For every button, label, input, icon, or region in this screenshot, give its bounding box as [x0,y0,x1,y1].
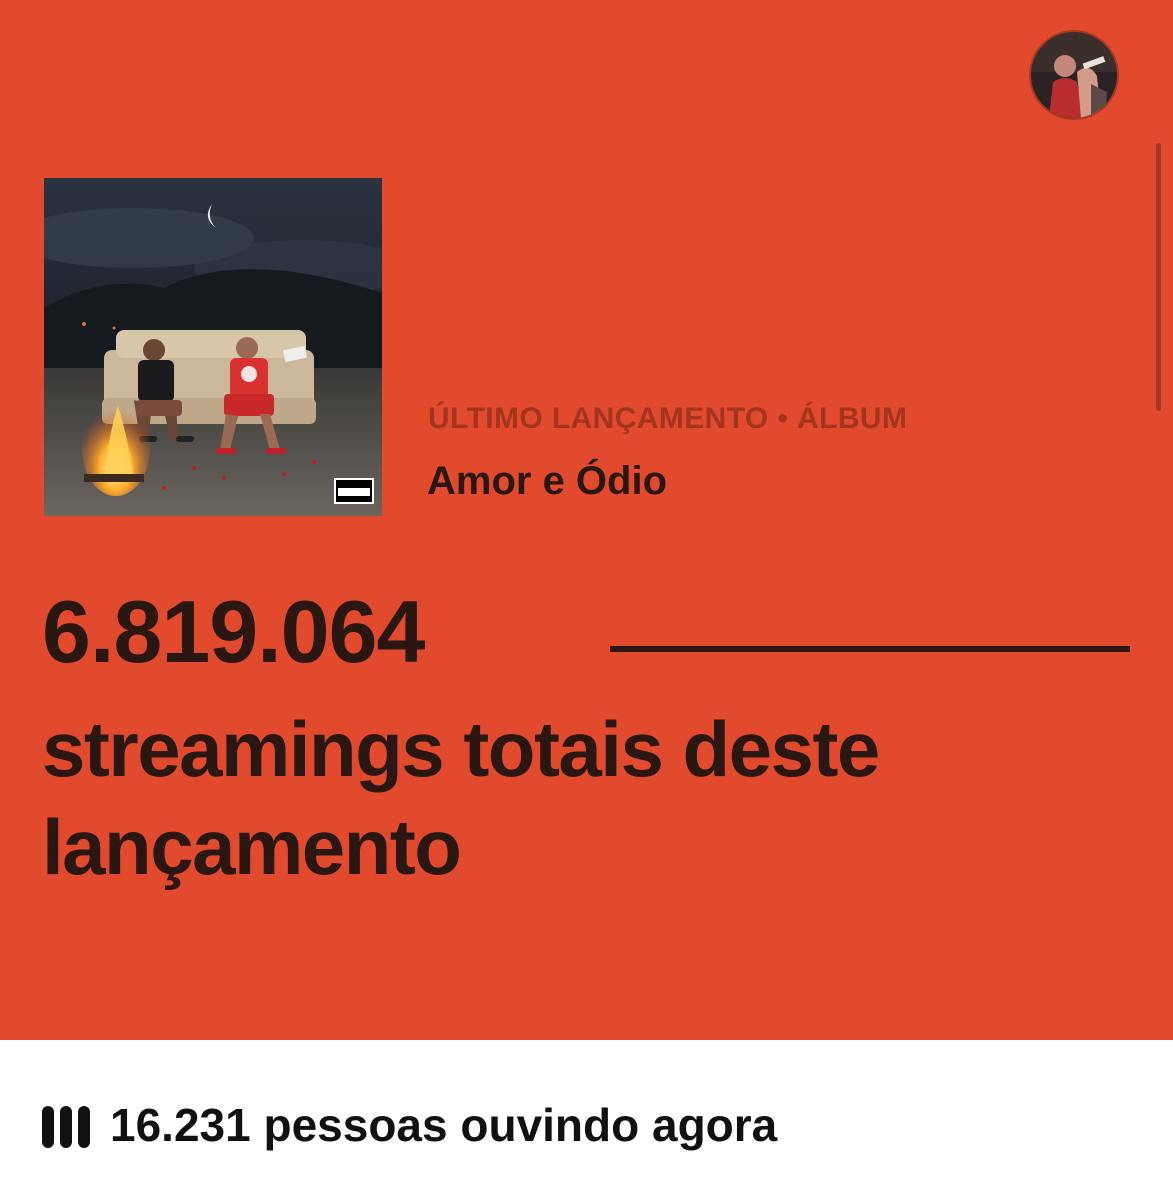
stream-description-line-2: lançamento [42,803,462,891]
scrollbar[interactable] [1156,143,1161,411]
equalizer-bars-icon [42,1106,90,1148]
stream-count: 6.819.064 [42,582,425,681]
live-listeners-text: 16.231 pessoas ouvindo agora [110,1099,778,1151]
stream-description: streamings totais deste lançamento [42,700,1142,896]
divider-line [610,646,1130,652]
stream-description-line-1: streamings totais deste [42,705,880,793]
live-listeners: 16.231 pessoas ouvindo agora [42,1090,777,1160]
artist-avatar[interactable] [1031,32,1117,118]
album-title[interactable]: Amor e Ódio [427,459,667,504]
release-type-label: ÚLTIMO LANÇAMENTO • ÁLBUM [428,402,908,435]
release-card: ÚLTIMO LANÇAMENTO • ÁLBUM Amor e Ódio 6.… [0,0,1173,1040]
album-cover[interactable] [44,178,382,516]
